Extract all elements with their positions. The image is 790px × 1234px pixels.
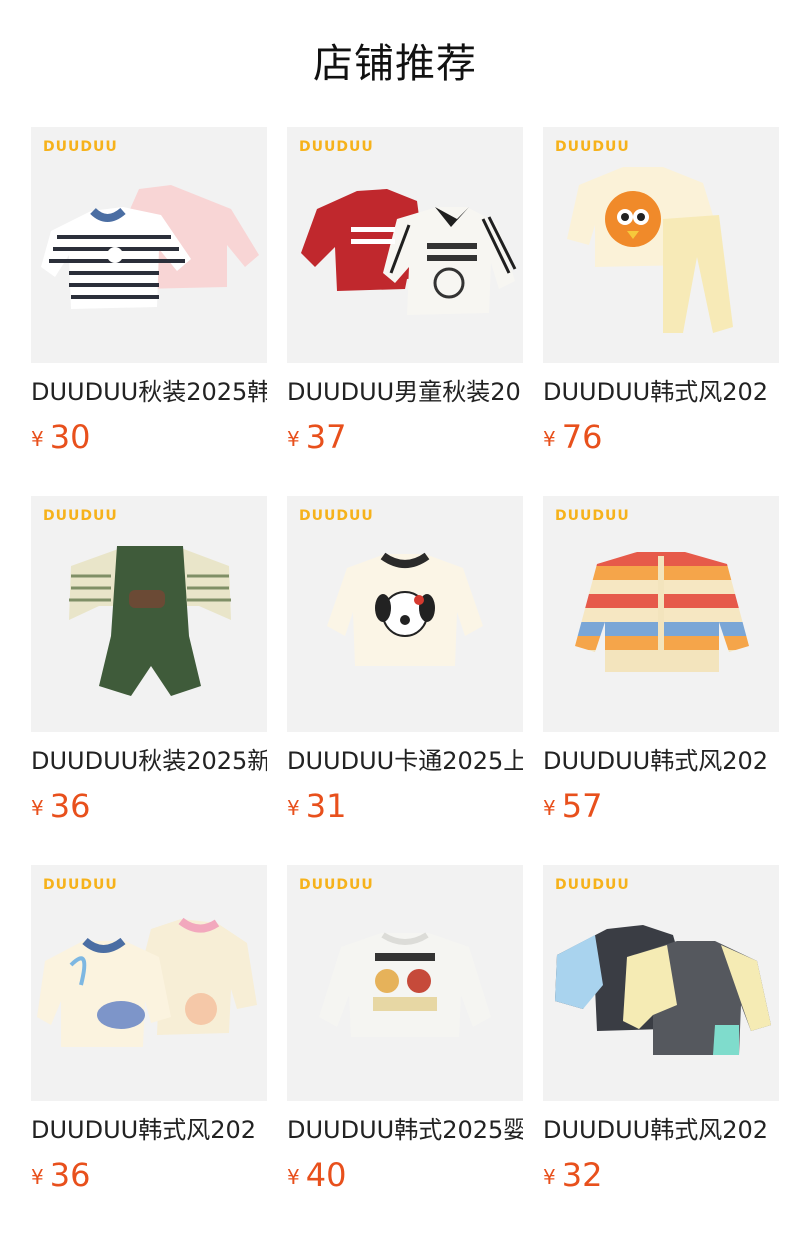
product-name[interactable]: DUUDUU男童秋装20 <box>287 375 523 409</box>
currency-symbol: ¥ <box>543 427 556 451</box>
page-title: 店铺推荐 <box>313 41 477 87</box>
product-name[interactable]: DUUDUU韩式风202 <box>543 375 779 409</box>
product-price: ¥31 <box>287 786 346 826</box>
brand-logo: DUUDUU <box>43 508 118 524</box>
price-value: 32 <box>561 1156 603 1194</box>
product-image-green-overalls[interactable]: DUUDUU <box>31 496 267 732</box>
product-image-whale-tees[interactable]: DUUDUU <box>31 865 267 1101</box>
product-name[interactable]: DUUDUU秋装2025新 <box>31 744 267 778</box>
currency-symbol: ¥ <box>543 796 556 820</box>
brand-logo: DUUDUU <box>43 877 118 893</box>
product-image-orange-bird-set[interactable]: DUUDUU <box>543 127 779 363</box>
price-value: 31 <box>305 787 347 825</box>
currency-symbol: ¥ <box>287 1165 300 1189</box>
product-image-puppy-dream-sweatshirt[interactable]: DUUDUU <box>287 865 523 1101</box>
product-name[interactable]: DUUDUU卡通2025上 <box>287 744 523 778</box>
brand-logo: DUUDUU <box>555 139 630 155</box>
brand-logo: DUUDUU <box>555 877 630 893</box>
product-name[interactable]: DUUDUU韩式风202 <box>31 1113 267 1147</box>
product-price: ¥37 <box>287 417 346 457</box>
product-price: ¥36 <box>31 1155 90 1195</box>
product-image-puppy-tee[interactable]: DUUDUU <box>287 496 523 732</box>
product-price: ¥40 <box>287 1155 346 1195</box>
product-name[interactable]: DUUDUU秋装2025韩 <box>31 375 267 409</box>
price-value: 36 <box>49 787 91 825</box>
price-value: 76 <box>561 418 603 456</box>
product-image-polo-tees[interactable]: DUUDUU <box>287 127 523 363</box>
currency-symbol: ¥ <box>31 1165 44 1189</box>
price-value: 30 <box>49 418 91 456</box>
product-image-striped-tees[interactable]: DUUDUU <box>31 127 267 363</box>
currency-symbol: ¥ <box>287 796 300 820</box>
brand-logo: DUUDUU <box>43 139 118 155</box>
product-image-rainbow-cardigan[interactable]: DUUDUU <box>543 496 779 732</box>
currency-symbol: ¥ <box>31 796 44 820</box>
product-name[interactable]: DUUDUU韩式风202 <box>543 1113 779 1147</box>
product-price: ¥32 <box>543 1155 602 1195</box>
product-name[interactable]: DUUDUU韩式风202 <box>543 744 779 778</box>
price-value: 36 <box>49 1156 91 1194</box>
price-value: 40 <box>305 1156 347 1194</box>
currency-symbol: ¥ <box>287 427 300 451</box>
product-price: ¥57 <box>543 786 602 826</box>
brand-logo: DUUDUU <box>299 139 374 155</box>
product-image-raglan-tees[interactable]: DUUDUU <box>543 865 779 1101</box>
product-price: ¥36 <box>31 786 90 826</box>
brand-logo: DUUDUU <box>299 508 374 524</box>
brand-logo: DUUDUU <box>555 508 630 524</box>
product-name[interactable]: DUUDUU韩式2025婴 <box>287 1113 523 1147</box>
price-value: 57 <box>561 787 603 825</box>
currency-symbol: ¥ <box>31 427 44 451</box>
currency-symbol: ¥ <box>543 1165 556 1189</box>
price-value: 37 <box>305 418 347 456</box>
brand-logo: DUUDUU <box>299 877 374 893</box>
product-price: ¥76 <box>543 417 602 457</box>
product-price: ¥30 <box>31 417 90 457</box>
